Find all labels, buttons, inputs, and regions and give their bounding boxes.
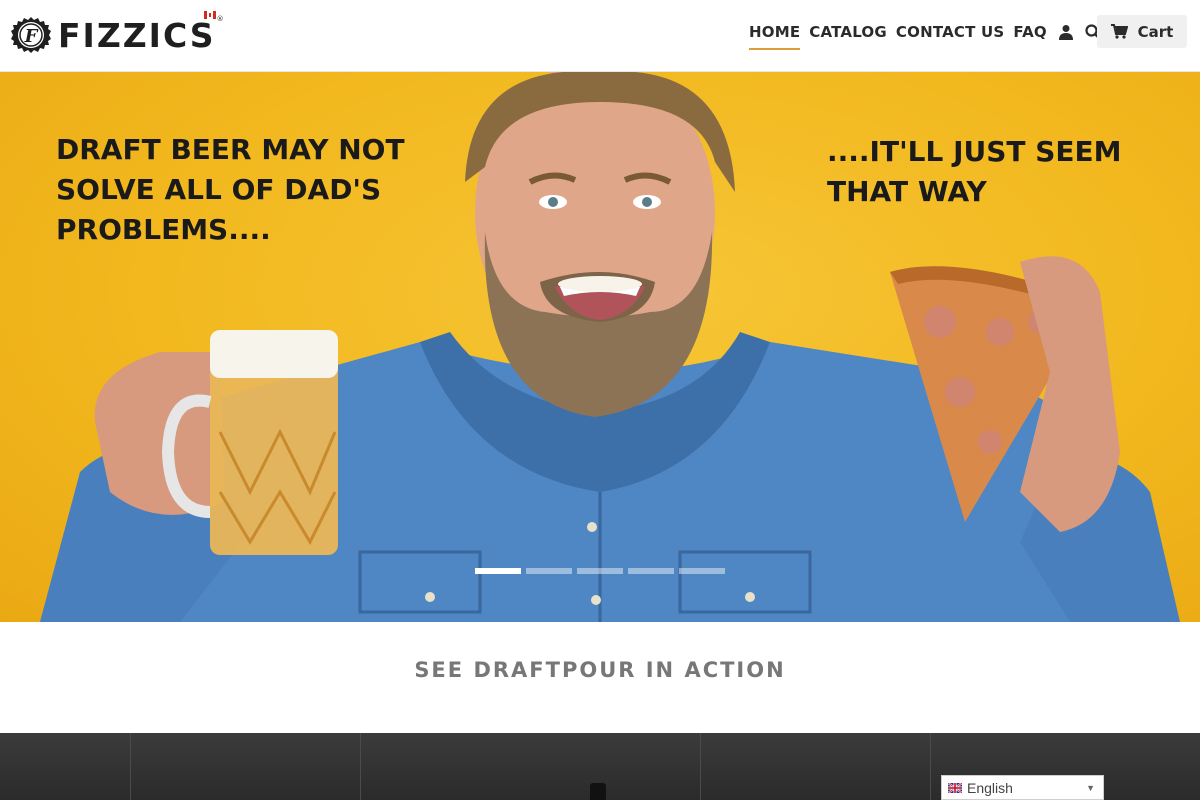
nav-catalog[interactable]: CATALOG xyxy=(809,20,887,50)
cart-label: Cart xyxy=(1137,22,1174,41)
nav-home[interactable]: HOME xyxy=(749,20,801,50)
canada-flag-icon xyxy=(204,10,216,19)
slide-dot-1[interactable] xyxy=(475,568,521,574)
uk-flag-icon xyxy=(948,782,962,793)
slide-dot-5[interactable] xyxy=(679,568,725,574)
slideshow-pagination xyxy=(475,568,730,574)
video-background-panel xyxy=(700,733,701,800)
svg-text:F: F xyxy=(24,26,39,47)
slide-dot-2[interactable] xyxy=(526,568,572,574)
fizzics-logo[interactable]: F FIZZICS ® xyxy=(10,10,224,57)
beer-tap-image xyxy=(590,783,606,800)
video-background-panel xyxy=(930,733,931,800)
main-nav: HOME CATALOG CONTACT US FAQ xyxy=(749,20,1112,50)
brand-name-text: FIZZICS xyxy=(58,15,216,55)
nav-faq[interactable]: FAQ xyxy=(1013,20,1047,50)
hero-headline-left: DRAFT BEER MAY NOT SOLVE ALL OF DAD'S PR… xyxy=(56,133,405,246)
hero-slideshow[interactable]: DRAFT BEER MAY NOT SOLVE ALL OF DAD'S PR… xyxy=(0,72,1200,622)
language-selector[interactable]: English ▼ xyxy=(941,775,1104,800)
slide-dot-4[interactable] xyxy=(628,568,674,574)
language-label: English xyxy=(967,779,1013,796)
video-background-panel xyxy=(130,733,131,800)
registered-mark: ® xyxy=(216,14,224,23)
brand-name: FIZZICS ® xyxy=(58,10,224,55)
user-icon[interactable] xyxy=(1056,20,1076,44)
chevron-down-icon: ▼ xyxy=(1086,783,1095,793)
cart-button[interactable]: Cart xyxy=(1097,15,1187,48)
site-header: F FIZZICS ® HOME CATALOG CONTACT US FAQ … xyxy=(0,0,1200,72)
nav-contact-us[interactable]: CONTACT US xyxy=(896,20,1004,50)
cart-icon xyxy=(1110,24,1128,39)
slide-dot-3[interactable] xyxy=(577,568,623,574)
hero-headline-right: ....IT'LL JUST SEEM THAT WAY xyxy=(827,135,1122,208)
video-background-panel xyxy=(360,733,361,800)
section-title: SEE DRAFTPOUR IN ACTION xyxy=(414,658,786,682)
logo-bottlecap-icon: F xyxy=(11,17,51,53)
